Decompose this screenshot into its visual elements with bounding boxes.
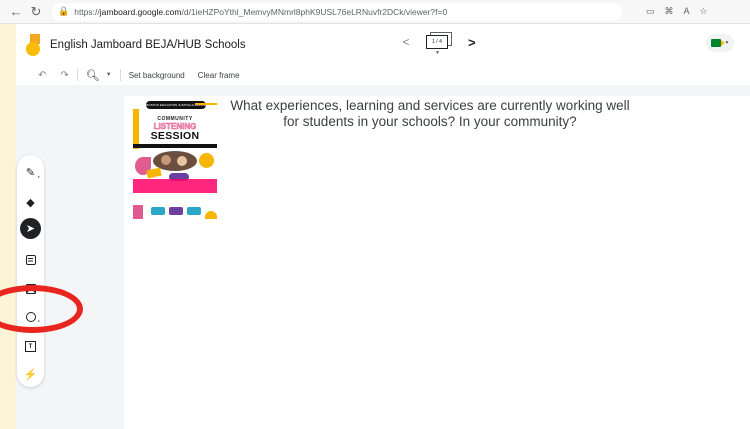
meet-button[interactable]: ▼ — [706, 34, 734, 52]
set-background-button[interactable]: Set background — [129, 71, 185, 80]
text-box-tool[interactable]: T — [20, 336, 41, 357]
divider — [76, 69, 78, 81]
pen-tool[interactable]: ✎ ▸ — [20, 162, 41, 183]
frame-navigator: < 1 / 4 ▼ > — [398, 32, 476, 56]
read-aloud-icon[interactable]: A — [684, 6, 690, 17]
favorite-icon[interactable]: ☆ — [700, 6, 708, 17]
chevron-down-icon: ▼ — [724, 40, 730, 46]
url-path: /d/1ieHZPoYthl_MemvyMNmrl8phK9USL76eLRNu… — [181, 6, 448, 17]
select-tool[interactable]: ➤ — [20, 218, 41, 239]
reload-icon[interactable]: ↻ — [26, 2, 46, 22]
pen-icon: ✎ — [25, 167, 36, 179]
url-host: jamboard.google.com — [99, 6, 182, 17]
lock-icon: 🔒 — [58, 6, 70, 16]
redo-icon[interactable]: ↷ — [60, 70, 68, 81]
frame-bar-button[interactable]: 1 / 4 ▼ — [426, 32, 452, 56]
sticky-note-icon — [25, 254, 36, 265]
frame-indicator: 1 / 4 — [426, 35, 448, 49]
jam-frame[interactable] — [124, 96, 750, 429]
editor-toolbar: ↶ ↷ 🔍︎ ▼ Set background Clear frame — [16, 65, 750, 85]
browser-toolbar: ← ↻ 🔒 https://jamboard.google.com/d/1ieH… — [0, 0, 750, 24]
event-flyer-image[interactable]: BOSTON EDUCATION JUSTICE ALLIANCE COMMUN… — [133, 101, 217, 219]
laser-tool[interactable]: ⚡ — [20, 364, 41, 385]
chevron-down-icon: ▼ — [435, 50, 440, 56]
undo-icon[interactable]: ↶ — [38, 70, 46, 81]
sticky-note-tool[interactable] — [20, 249, 41, 270]
divider — [119, 69, 121, 81]
laser-icon: ⚡ — [23, 369, 38, 381]
document-title: English Jamboard BEJA/HUB Schools — [50, 38, 246, 51]
select-icon: ➤ — [25, 223, 36, 235]
eraser-tool[interactable]: ◆ — [20, 192, 41, 213]
tool-rail: ✎ ▸ ◆ ➤ ▸ T ⚡ — [17, 155, 44, 387]
reader-icon[interactable]: ▭ — [646, 6, 655, 17]
eraser-icon: ◆ — [26, 197, 35, 209]
frame-prompt-text[interactable]: What experiences, learning and services … — [230, 98, 630, 130]
text-box-icon: T — [25, 341, 36, 352]
jamboard-logo[interactable] — [26, 33, 40, 56]
address-bar[interactable]: 🔒 https://jamboard.google.com/d/1ieHZPoY… — [52, 2, 622, 21]
flyer-session: SESSION — [150, 130, 200, 142]
app-header: English Jamboard BEJA/HUB Schools < 1 / … — [16, 24, 750, 65]
clear-frame-button[interactable]: Clear frame — [198, 71, 240, 80]
back-icon[interactable]: ← — [6, 2, 26, 22]
url-prefix: https:// — [74, 6, 100, 17]
next-frame-icon[interactable]: > — [468, 35, 476, 50]
meet-icon — [710, 39, 725, 47]
apps-icon[interactable]: ⌘ — [665, 6, 674, 17]
zoom-icon[interactable]: 🔍︎ — [86, 69, 100, 82]
prev-frame-icon[interactable]: < — [398, 35, 414, 49]
chevron-down-icon[interactable]: ▼ — [106, 72, 112, 78]
